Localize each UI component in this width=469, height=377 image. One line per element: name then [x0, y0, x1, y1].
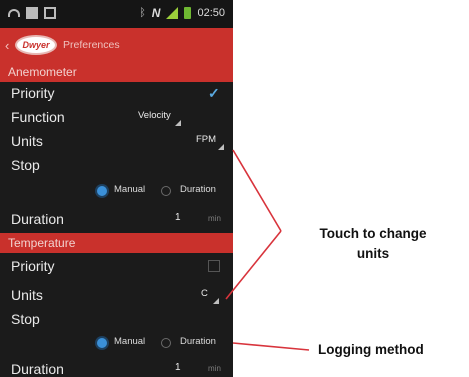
logging-callout-text: Logging method — [318, 342, 424, 357]
callout-lines — [225, 149, 310, 351]
units-callout-line-1: Touch to change — [319, 226, 427, 241]
logging-callout-line — [232, 342, 310, 351]
units-callout-line-2: units — [356, 246, 390, 261]
units-callout-line-top — [232, 149, 282, 232]
units-callout-line-bottom — [225, 230, 282, 300]
units-callout-text: Touch to change units — [288, 224, 458, 264]
